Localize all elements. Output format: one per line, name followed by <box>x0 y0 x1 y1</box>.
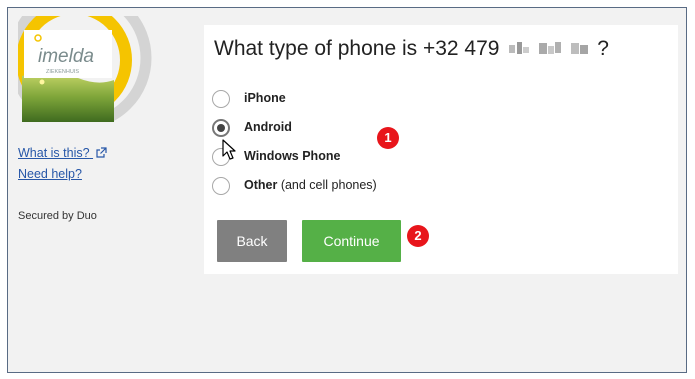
secured-by-duo: Secured by Duo <box>18 210 97 222</box>
radio-iphone[interactable] <box>212 90 230 108</box>
radio-android[interactable] <box>212 119 230 137</box>
step-1-badge: 1 <box>377 127 399 149</box>
logo-wordmark: imelda <box>38 46 94 67</box>
redacted-number <box>509 42 589 55</box>
imelda-logo: imelda ZIEKENHUIS <box>18 16 158 122</box>
external-link-icon <box>96 147 107 158</box>
phone-type-panel: What type of phone is +32 479 ? iPhone A… <box>204 25 678 274</box>
step-2-badge: 2 <box>407 225 429 247</box>
continue-button[interactable]: Continue <box>302 220 401 262</box>
option-label: Other (and cell phones) <box>244 178 377 192</box>
mouse-cursor-icon <box>222 139 236 160</box>
radio-other[interactable] <box>212 177 230 195</box>
option-label: iPhone <box>244 91 286 105</box>
back-button[interactable]: Back <box>217 220 287 262</box>
option-label: Windows Phone <box>244 149 341 163</box>
what-is-this-link[interactable]: What is this? <box>18 146 107 160</box>
svg-text:ZIEKENHUIS: ZIEKENHUIS <box>46 69 79 75</box>
option-label: Android <box>244 120 292 134</box>
need-help-link[interactable]: Need help? <box>18 167 82 181</box>
page-title: What type of phone is +32 479 ? <box>214 37 609 60</box>
